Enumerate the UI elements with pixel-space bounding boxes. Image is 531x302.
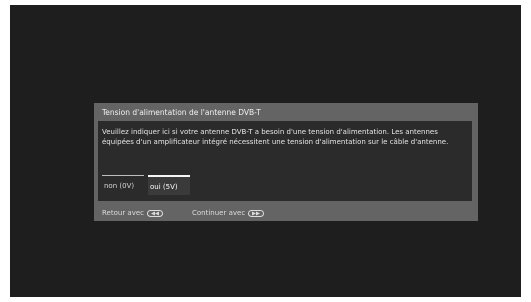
continue-label: Continuer avec bbox=[192, 209, 246, 217]
dialog-body: Veuillez indiquer ici si votre antenne D… bbox=[98, 121, 472, 201]
dialog-title: Tension d'alimentation de l'antenne DVB-… bbox=[102, 108, 261, 117]
tv-screen: Tension d'alimentation de l'antenne DVB-… bbox=[10, 5, 521, 297]
option-yes-voltage[interactable]: oui (5V) bbox=[148, 175, 190, 195]
back-button[interactable]: Retour avec bbox=[102, 209, 164, 217]
continue-button[interactable]: Continuer avec bbox=[192, 209, 265, 217]
fast-forward-button-icon bbox=[248, 209, 265, 217]
rewind-button-icon bbox=[147, 209, 164, 217]
option-no-voltage[interactable]: non (0V) bbox=[102, 175, 144, 195]
back-label: Retour avec bbox=[102, 209, 145, 217]
antenna-power-dialog: Tension d'alimentation de l'antenne DVB-… bbox=[94, 103, 478, 221]
dialog-message: Veuillez indiquer ici si votre antenne D… bbox=[102, 128, 449, 146]
